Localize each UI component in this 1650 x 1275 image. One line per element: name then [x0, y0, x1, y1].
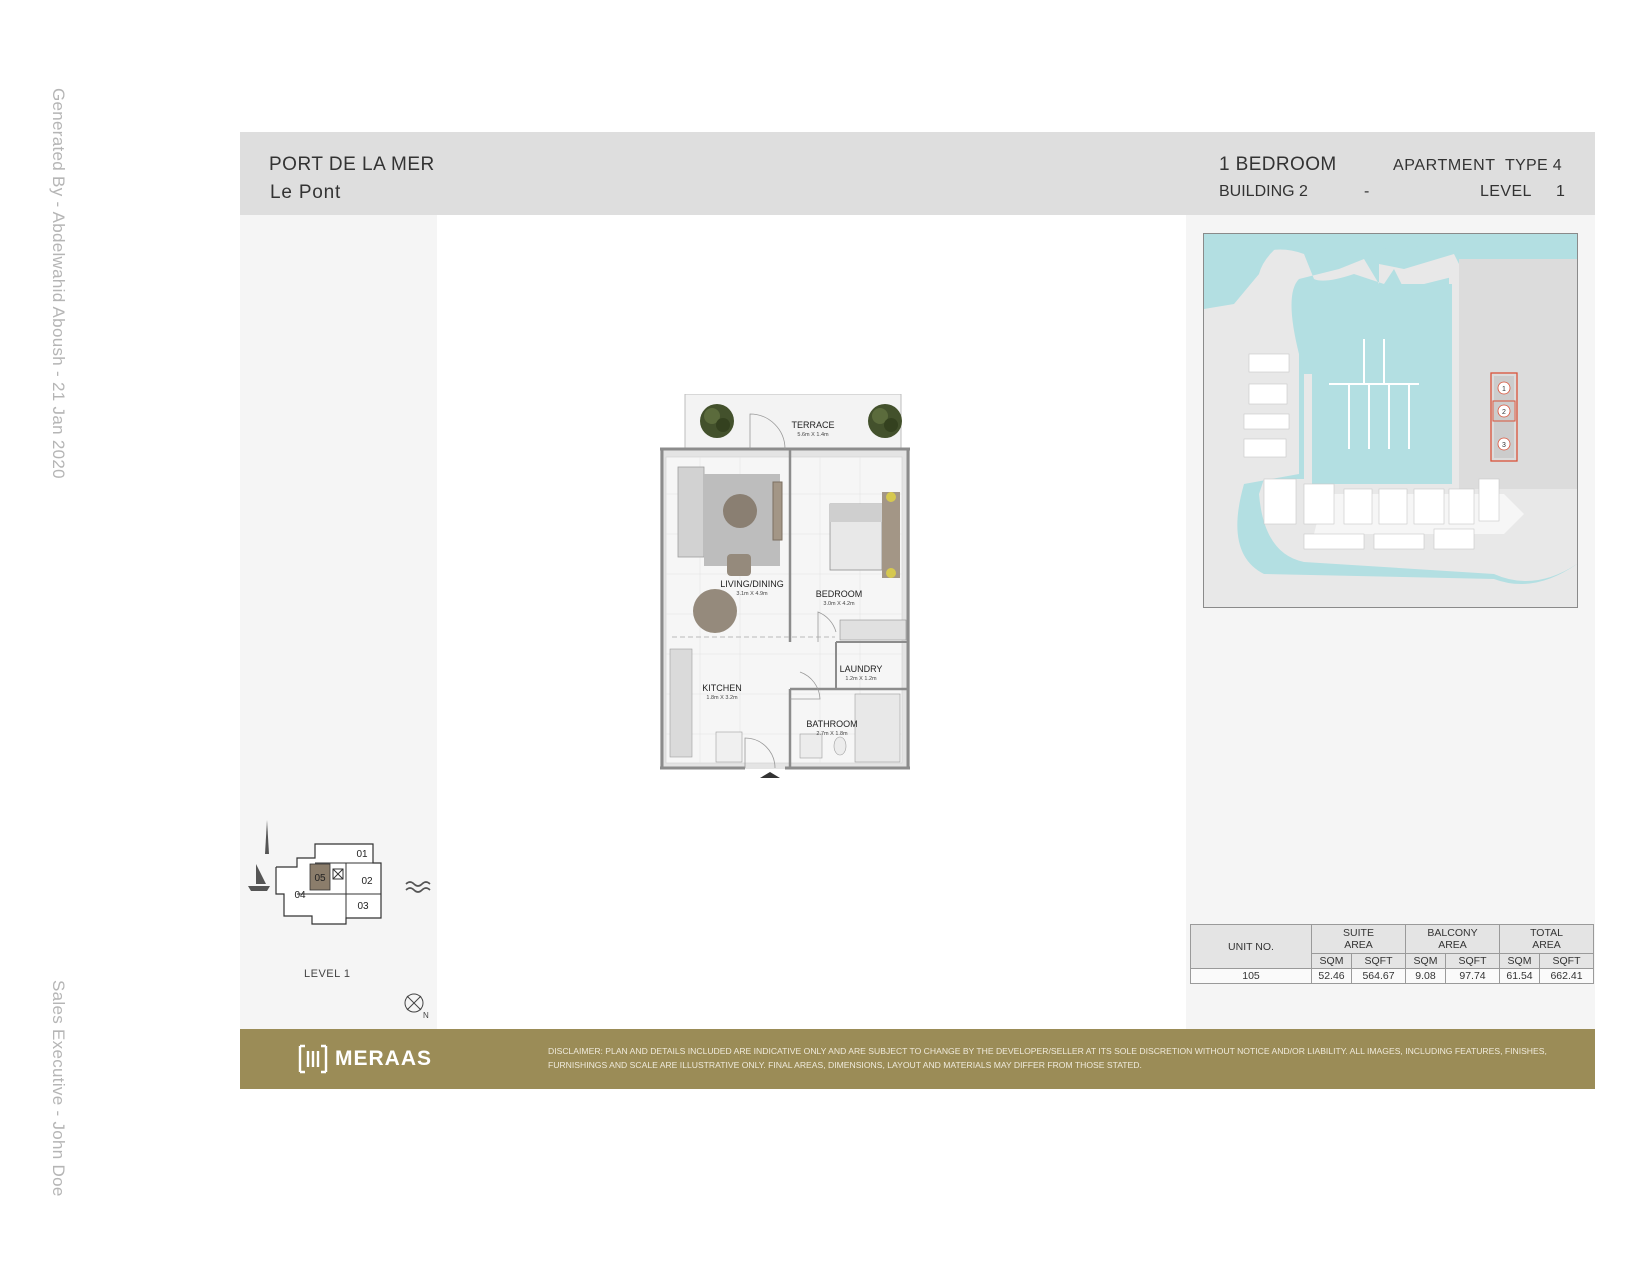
total-sqft-header: SQFT: [1539, 953, 1594, 969]
level-label: LEVEL: [1480, 183, 1532, 200]
unit-number: 105: [1190, 968, 1312, 984]
north-label: N: [423, 1011, 429, 1020]
total-sqm-header: SQM: [1499, 953, 1540, 969]
keyplan-unit-03: 03: [357, 901, 369, 912]
room-dims-living-dining: 3.1m X 4.9m: [736, 591, 768, 597]
room-dims-bedroom: 3.0m X 4.2m: [823, 601, 855, 607]
sheet-header: PORT DE LA MER Le Pont 1 BEDROOM APARTME…: [240, 132, 1595, 215]
room-name-bathroom: BATHROOM: [806, 719, 857, 729]
floor-plan-sheet: PORT DE LA MER Le Pont 1 BEDROOM APARTME…: [240, 132, 1595, 1091]
keyplan-unit-02: 02: [361, 876, 373, 887]
balcony-sqm-header: SQM: [1405, 953, 1446, 969]
room-name-terrace: TERRACE: [791, 420, 834, 430]
site-building-2: 2: [1502, 409, 1506, 416]
north-arrow-icon: [404, 993, 424, 1013]
building-dash: -: [1364, 183, 1370, 200]
sailboat-icon: [248, 864, 270, 891]
unit-no-header: UNIT NO.: [1190, 924, 1312, 969]
total-sqft: 662.41: [1539, 968, 1594, 984]
room-name-bedroom: BEDROOM: [816, 589, 863, 599]
level-value: 1: [1556, 183, 1565, 200]
table-row: 105 52.46 564.67 9.08 97.74 61.54 662.41: [1190, 968, 1594, 984]
room-dims-bathroom: 2.7m X 1.8m: [816, 731, 848, 737]
keyplan-level-label: LEVEL 1: [304, 968, 351, 980]
room-dims-laundry: 1.2m X 1.2m: [845, 676, 877, 682]
key-plan: 01 02 03 04 05 N: [248, 820, 431, 1020]
suite-sqm-header: SQM: [1311, 953, 1352, 969]
footer-bar: MERAAS DISCLAIMER: PLAN AND DETAILS INCL…: [240, 1029, 1595, 1089]
balcony-area-header: BALCONY AREA: [1405, 924, 1500, 954]
room-name-living-dining: LIVING/DINING: [720, 579, 784, 589]
room-dims-kitchen: 1.8m X 3.2m: [706, 695, 738, 701]
balcony-sqft-header: SQFT: [1445, 953, 1500, 969]
waves-icon: [405, 881, 431, 893]
site-plan: 1 2 3: [1203, 233, 1578, 608]
generated-by-watermark: Generated By - Abdelwahid Aboush - 21 Ja…: [49, 88, 68, 479]
apartment-floor-plan: TERRACE 5.6m X 1.4m LIVING/DINING 3.1m X…: [660, 394, 910, 778]
keyplan-unit-05: 05: [314, 873, 326, 884]
suite-sqm: 52.46: [1311, 968, 1352, 984]
room-name-laundry: LAUNDRY: [840, 664, 883, 674]
total-area-header: TOTAL AREA: [1499, 924, 1594, 954]
suite-sqft-header: SQFT: [1351, 953, 1406, 969]
keyplan-unit-01: 01: [356, 849, 368, 860]
room-name-kitchen: KITCHEN: [702, 683, 742, 693]
site-building-1: 1: [1502, 386, 1506, 393]
keyplan-unit-04: 04: [294, 890, 306, 901]
apartment-type: TYPE 4: [1505, 157, 1562, 174]
meraas-logo: MERAAS: [296, 1042, 432, 1076]
balcony-sqm: 9.08: [1405, 968, 1446, 984]
sales-executive-watermark: Sales Executive - John Doe: [49, 980, 68, 1197]
brand-name: MERAAS: [335, 1047, 433, 1070]
suite-sqft: 564.67: [1351, 968, 1406, 984]
apartment-label: APARTMENT: [1393, 157, 1496, 174]
tower-icon: [265, 820, 269, 854]
total-sqm: 61.54: [1499, 968, 1540, 984]
area-table: UNIT NO. SUITE AREA BALCONY AREA TOTAL AREA…: [1190, 924, 1594, 984]
balcony-sqft: 97.74: [1445, 968, 1500, 984]
meraas-logo-icon: [298, 1044, 328, 1074]
suite-area-header: SUITE AREA: [1311, 924, 1406, 954]
subproject-name: Le Pont: [270, 182, 342, 203]
site-building-3: 3: [1502, 442, 1506, 449]
bedroom-count: 1 BEDROOM: [1219, 154, 1337, 175]
project-name: PORT DE LA MER: [269, 154, 435, 175]
building-label: BUILDING 2: [1219, 183, 1308, 200]
disclaimer-text: DISCLAIMER: PLAN AND DETAILS INCLUDED AR…: [548, 1046, 1547, 1070]
room-dims-terrace: 5.6m X 1.4m: [797, 432, 829, 438]
